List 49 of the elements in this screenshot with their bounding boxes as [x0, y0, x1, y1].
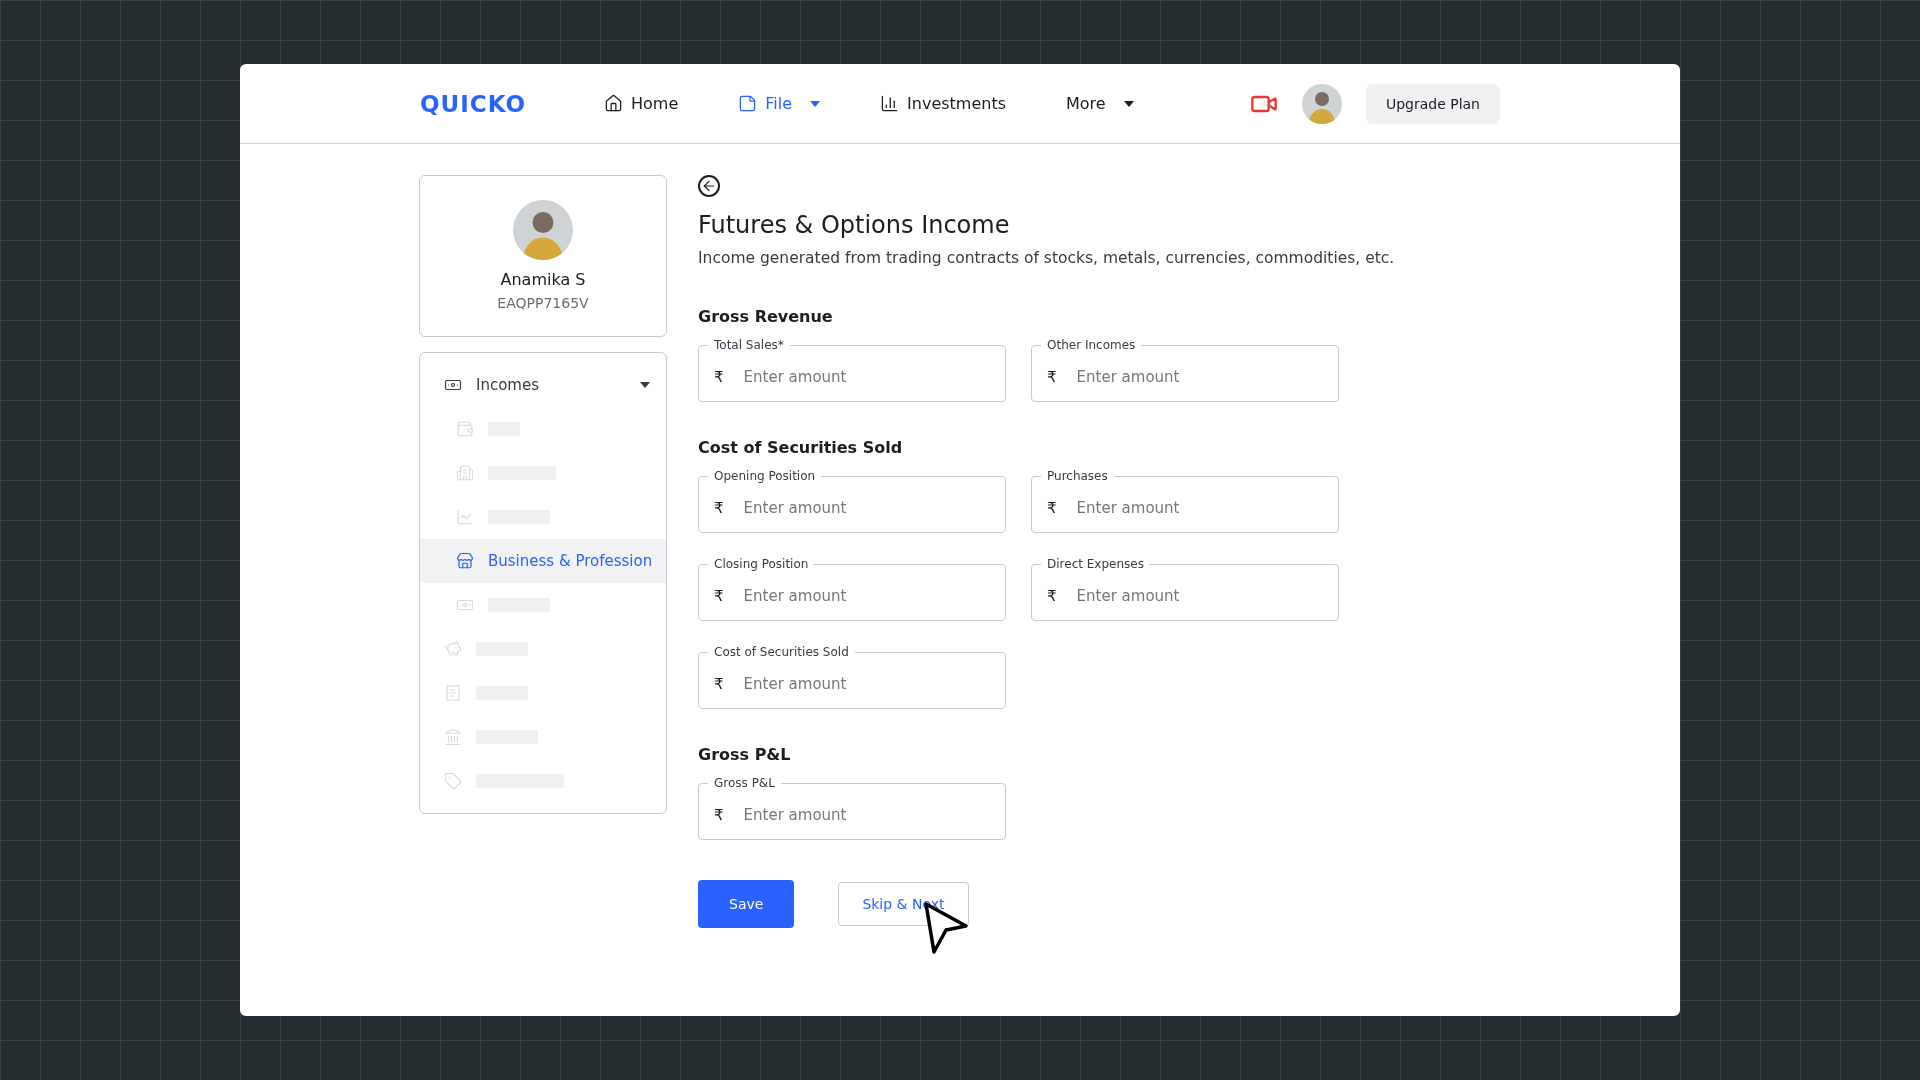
sidebar-item[interactable]: Business & Profession — [420, 539, 666, 583]
menu-icon — [444, 640, 462, 658]
amount-field[interactable]: Purchases ₹ Enter amount — [1031, 469, 1339, 533]
section-heading: Cost of Securities Sold — [698, 438, 904, 457]
amount-field[interactable]: Other Incomes ₹ Enter amount — [1031, 338, 1339, 402]
currency-symbol: ₹ — [714, 367, 724, 386]
currency-symbol: ₹ — [714, 586, 724, 605]
user-name: Anamika S — [500, 270, 586, 289]
amount-field[interactable]: Direct Expenses ₹ Enter amount — [1031, 557, 1339, 621]
nav-link[interactable]: More — [1066, 94, 1134, 113]
caret-icon — [640, 382, 650, 388]
menu-group[interactable]: Incomes — [420, 363, 666, 407]
save-button[interactable]: Save — [698, 880, 795, 928]
menu-icon — [444, 772, 462, 790]
section-heading: Gross P&L — [698, 745, 792, 764]
amount-field[interactable]: Closing Position ₹ Enter amount — [698, 557, 1006, 621]
pan-number: EAQPP7165V — [497, 295, 589, 311]
currency-symbol: ₹ — [714, 674, 724, 693]
menu-icon — [456, 464, 474, 482]
menu-icon — [456, 508, 474, 526]
section-heading: Gross Revenue — [698, 307, 834, 326]
menu-icon — [444, 728, 462, 746]
currency-symbol: ₹ — [714, 498, 724, 517]
item-label: Business & Profession — [488, 552, 653, 570]
amount-field[interactable]: Gross P&L ₹ Enter amount — [698, 776, 1006, 840]
group-label: Incomes — [476, 376, 539, 394]
store-icon — [456, 552, 474, 570]
nav-icon — [604, 94, 623, 113]
amount-field[interactable]: Cost of Securities Sold ₹ Enter amount — [698, 645, 1006, 709]
nav-link[interactable]: Home — [604, 94, 679, 113]
menu-icon — [456, 420, 474, 438]
amount-field[interactable]: Total Sales* ₹ Enter amount — [698, 338, 1006, 402]
page-description: Income generated from trading contracts of stocks, metals, currencies, commodities, etc. — [698, 249, 1396, 267]
currency-symbol: ₹ — [1047, 498, 1057, 517]
avatar[interactable] — [1301, 83, 1342, 124]
page-title: Futures & Options Income — [698, 211, 1011, 239]
back-icon[interactable] — [698, 175, 720, 197]
currency-symbol: ₹ — [1047, 586, 1057, 605]
upgrade-button[interactable]: Upgrade Plan — [1365, 83, 1500, 124]
nav-icon — [880, 94, 900, 113]
logo[interactable]: QUICKO — [420, 90, 526, 117]
avatar — [513, 200, 573, 260]
nav-link[interactable]: Investments — [880, 94, 1006, 113]
nav-link[interactable]: File — [738, 94, 821, 113]
amount-field[interactable]: Opening Position ₹ Enter amount — [698, 469, 1006, 533]
nav-icon — [738, 94, 758, 113]
menu-icon — [444, 684, 462, 702]
currency-symbol: ₹ — [1047, 367, 1057, 386]
currency-symbol: ₹ — [714, 805, 724, 824]
